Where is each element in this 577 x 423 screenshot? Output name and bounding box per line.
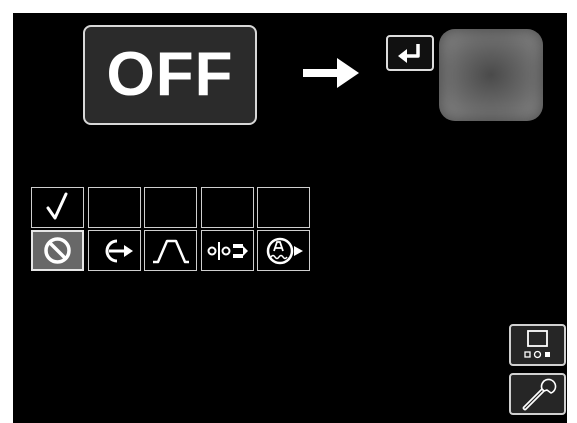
display-settings-button[interactable]: [509, 324, 566, 366]
option-circle-arrow[interactable]: [88, 230, 141, 271]
option-arc-arrow[interactable]: [257, 230, 310, 271]
wrench-icon: [522, 378, 557, 411]
preview-tile: [439, 29, 543, 121]
roller-feed-icon: [207, 242, 248, 260]
display-screen: OFF: [13, 13, 567, 423]
empty-cell: [88, 187, 141, 228]
checkmark-cell: [31, 187, 84, 228]
display-settings-icon: [524, 330, 550, 359]
empty-cell: [144, 187, 197, 228]
enter-button[interactable]: [386, 35, 434, 71]
right-arrow-icon: [303, 58, 359, 88]
empty-cell: [257, 187, 310, 228]
circle-arrow-icon: [105, 239, 133, 263]
status-display: OFF: [83, 25, 257, 125]
no-symbol-icon: [44, 237, 71, 264]
trapezoid-pulse-icon: [153, 239, 189, 264]
option-roller-feed[interactable]: [201, 230, 254, 271]
status-value: OFF: [106, 40, 234, 109]
option-no-symbol[interactable]: [31, 230, 84, 271]
option-trapezoid-pulse[interactable]: [144, 230, 197, 271]
settings-wrench-button[interactable]: [509, 373, 566, 415]
arc-arrow-icon: [266, 237, 303, 265]
empty-cell: [201, 187, 254, 228]
checkmark-icon: [46, 192, 68, 220]
enter-return-icon: [398, 44, 420, 63]
